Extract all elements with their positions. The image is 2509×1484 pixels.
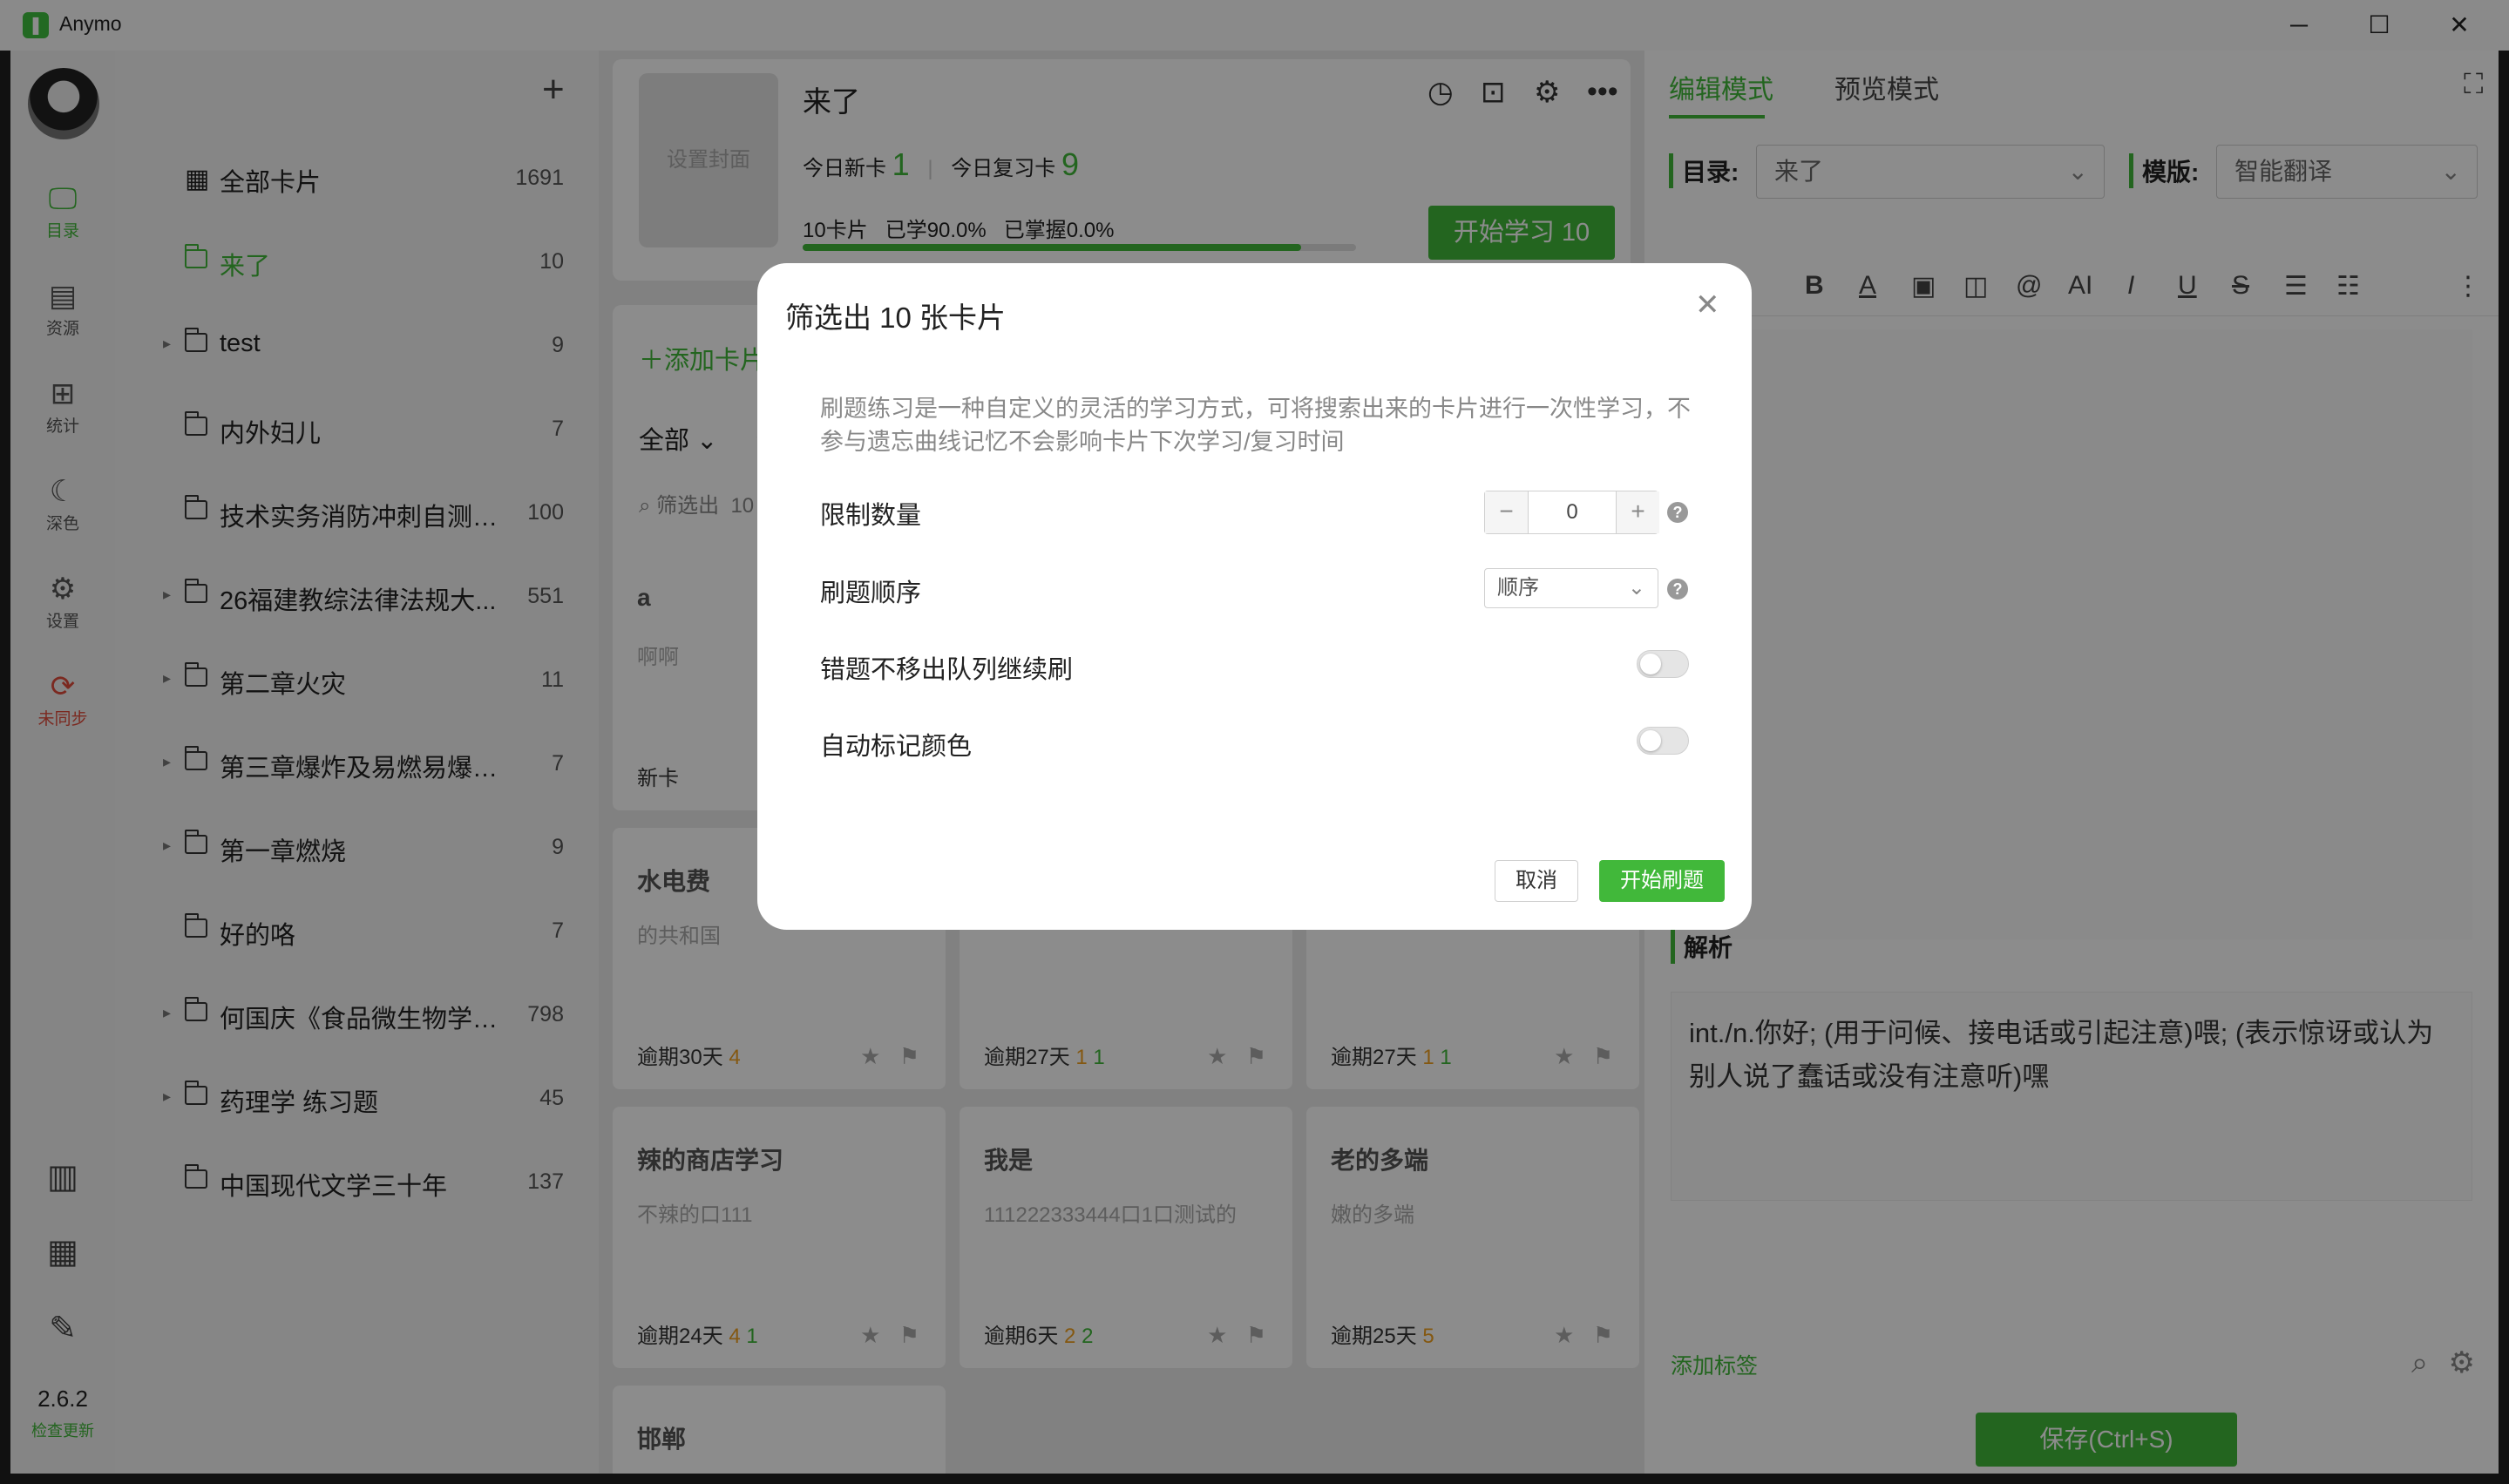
help-icon[interactable]: ? — [1667, 502, 1688, 523]
chevron-down-icon: ⌄ — [1627, 576, 1645, 600]
order-select[interactable]: 顺序 ⌄ — [1484, 568, 1658, 608]
cancel-button[interactable]: 取消 — [1495, 860, 1578, 902]
wrong-keep-label: 错题不移出队列继续刷 — [820, 656, 1074, 684]
close-icon[interactable]: ✕ — [1695, 288, 1720, 322]
dialog-description: 刷题练习是一种自定义的灵活的学习方式，可将搜索出来的卡片进行一次性学习，不参与遗… — [820, 396, 1691, 455]
auto-color-toggle[interactable] — [1637, 727, 1689, 755]
toggle-knob — [1640, 654, 1661, 674]
modal-overlay[interactable]: 筛选出 10 张卡片 ✕ 刷题练习是一种自定义的灵活的学习方式，可将搜索出来的卡… — [0, 0, 2509, 1484]
wrong-keep-toggle[interactable] — [1637, 650, 1689, 678]
dialog-title: 筛选出 10 张卡片 — [785, 302, 1007, 334]
decrement-button[interactable]: − — [1485, 491, 1529, 533]
order-value: 顺序 — [1497, 576, 1539, 600]
help-icon[interactable]: ? — [1667, 579, 1688, 600]
limit-value[interactable]: 0 — [1529, 491, 1616, 533]
increment-button[interactable]: + — [1616, 491, 1659, 533]
auto-color-label: 自动标记颜色 — [820, 733, 973, 761]
limit-label: 限制数量 — [820, 502, 922, 530]
limit-stepper[interactable]: − 0 + — [1484, 491, 1659, 534]
toggle-knob — [1640, 730, 1661, 751]
start-practice-button[interactable]: 开始刷题 — [1599, 860, 1725, 902]
order-label: 刷题顺序 — [820, 579, 922, 607]
practice-dialog: 筛选出 10 张卡片 ✕ 刷题练习是一种自定义的灵活的学习方式，可将搜索出来的卡… — [757, 263, 1752, 930]
